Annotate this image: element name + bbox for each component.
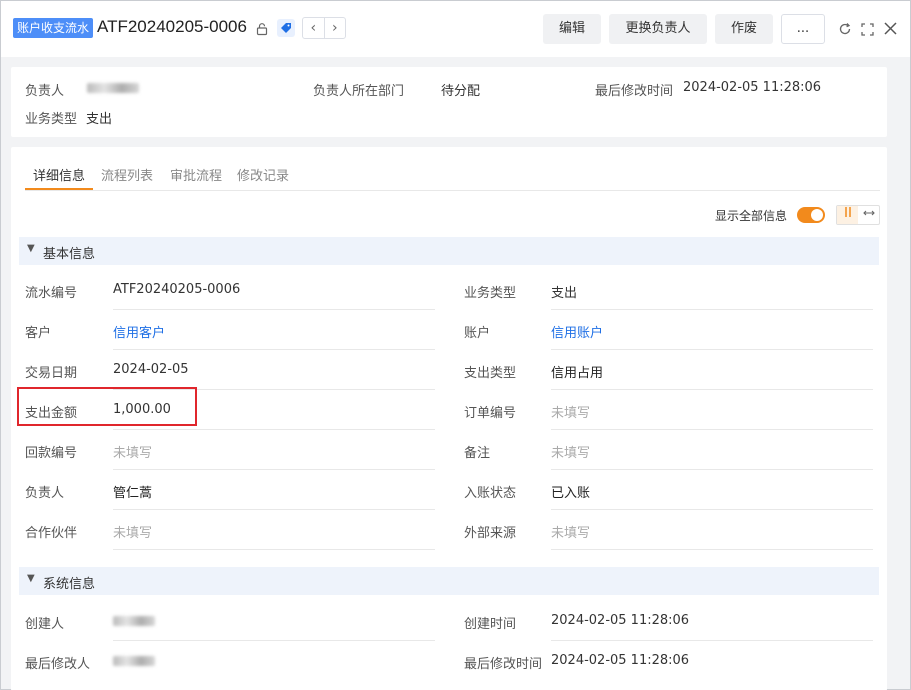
tab-approval[interactable]: 审批流程 [170,165,222,184]
field-label: 业务类型 [464,286,517,301]
field-creator: 创建人 [25,601,445,641]
page-header: 账户收支流水 ATF20240205-0006 ‹ › 编辑 更换负责人 作废 … [1,1,910,57]
field-label: 合作伙伴 [25,526,78,541]
field-value: 2024-02-05 11:28:06 [551,613,690,628]
close-icon[interactable] [881,19,899,37]
tab-history[interactable]: 修改记录 [237,165,289,184]
section-title: 基本信息 [43,247,96,262]
chevron-right-icon[interactable]: › [325,18,346,38]
field-modifier: 最后修改人 [25,641,445,681]
field-order: 订单编号 未填写 [464,390,884,430]
field-label: 支出类型 [464,366,517,381]
creator-value-blurred [113,615,155,630]
field-status: 入账状态 已入账 [464,470,884,510]
tab-details[interactable]: 详细信息 [33,165,85,184]
field-divider [113,549,435,550]
modified-value: 2024-02-05 11:28:06 [683,80,822,95]
active-tab-indicator [25,188,93,190]
biz-type-value: 支出 [86,112,113,127]
annotation-highlight-box [17,387,197,426]
field-partner: 合作伙伴 未填写 [25,510,445,550]
field-label: 回款编号 [25,446,78,461]
field-serial: 流水编号 ATF20240205-0006 [25,270,445,310]
summary-card: 负责人 负责人所在部门 待分配 最后修改时间 2024-02-05 11:28:… [11,67,887,137]
field-created: 创建时间 2024-02-05 11:28:06 [464,601,884,641]
field-label: 负责人 [25,486,65,501]
modified-label: 最后修改时间 [595,84,674,99]
more-button[interactable]: ... [781,14,825,44]
field-account: 账户 信用账户 [464,310,884,350]
field-customer: 客户 信用客户 [25,310,445,350]
field-date: 交易日期 2024-02-05 [25,350,445,390]
field-value: ATF20240205-0006 [113,282,241,297]
field-label: 创建人 [25,617,65,632]
field-exptype: 支出类型 信用占用 [464,350,884,390]
section-title: 系统信息 [43,577,96,592]
field-value: 未填写 [113,526,153,541]
field-label: 交易日期 [25,366,78,381]
change-owner-button[interactable]: 更换负责人 [609,14,707,44]
customer-link[interactable]: 信用客户 [113,322,165,341]
lock-icon[interactable] [253,20,271,38]
field-value: 未填写 [551,406,591,421]
section-basic-info[interactable]: ▼ 基本信息 [19,237,879,265]
refresh-icon[interactable] [836,20,854,38]
field-value: 已入账 [551,486,591,501]
biz-type-label: 业务类型 [25,112,78,127]
page-title: ATF20240205-0006 [97,17,247,36]
show-all-label: 显示全部信息 [715,209,788,223]
field-divider [551,549,873,550]
account-link[interactable]: 信用账户 [551,322,603,341]
window-frame: 账户收支流水 ATF20240205-0006 ‹ › 编辑 更换负责人 作废 … [0,0,911,690]
field-value: 支出 [551,286,578,301]
field-label: 外部来源 [464,526,517,541]
record-nav: ‹ › [302,17,346,39]
field-label: 入账状态 [464,486,517,501]
dept-label: 负责人所在部门 [313,84,405,99]
field-biztype: 业务类型 支出 [464,270,884,310]
modifier-value-blurred [113,655,155,670]
field-label: 最后修改时间 [464,657,543,672]
field-modified: 最后修改时间 2024-02-05 11:28:06 [464,641,884,681]
object-type-tag: 账户收支流水 [13,18,94,38]
field-value: 未填写 [551,446,591,461]
field-value: 2024-02-05 [113,362,189,377]
field-owner: 负责人 管仁蒿 [25,470,445,510]
field-label: 创建时间 [464,617,517,632]
owner-label: 负责人 [25,84,65,99]
chevron-left-icon[interactable]: ‹ [303,18,325,38]
field-label: 备注 [464,446,491,461]
field-value: 信用占用 [551,366,604,381]
section-system-info[interactable]: ▼ 系统信息 [19,567,879,595]
field-label: 流水编号 [25,286,78,301]
show-all-toggle[interactable] [797,207,825,223]
field-remark: 备注 未填写 [464,430,884,470]
field-value: 未填写 [113,446,153,461]
dept-value: 待分配 [441,84,481,99]
caret-down-icon: ▼ [27,243,35,254]
field-label: 订单编号 [464,406,517,421]
tag-icon[interactable] [277,19,295,37]
caret-down-icon: ▼ [27,573,35,584]
tab-flow-list[interactable]: 流程列表 [101,165,153,184]
field-value: 管仁蒿 [113,486,153,501]
field-value: 2024-02-05 11:28:06 [551,653,690,668]
field-source: 外部来源 未填写 [464,510,884,550]
void-button[interactable]: 作废 [715,14,773,44]
columns-icon[interactable] [837,206,858,224]
field-value: 未填写 [551,526,591,541]
field-label: 最后修改人 [25,657,91,672]
tab-bar: 详细信息 流程列表 审批流程 修改记录 [25,161,880,191]
owner-value-blurred [87,82,139,97]
stretch-icon[interactable] [858,206,879,224]
field-label: 客户 [25,326,52,341]
expand-icon[interactable] [858,20,876,38]
field-label: 账户 [464,326,491,341]
edit-button[interactable]: 编辑 [543,14,601,44]
field-refund: 回款编号 未填写 [25,430,445,470]
layout-switch [836,205,880,225]
